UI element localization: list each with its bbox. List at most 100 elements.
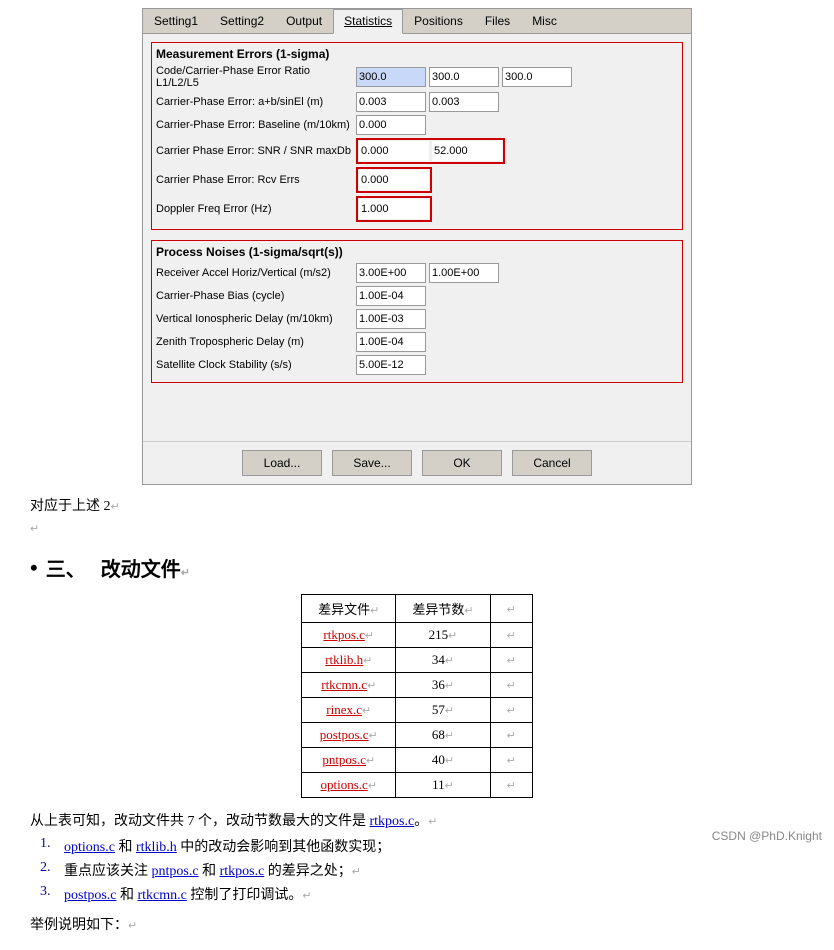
cell-count: 215↵	[396, 623, 490, 648]
cell-file: postpos.c↵	[302, 723, 396, 748]
list-item-1: 1. options.c 和 rtklib.h 中的改动会影响到其他函数实现；	[40, 836, 804, 856]
form-row-doppler: Doppler Freq Error (Hz)	[156, 196, 678, 222]
save-button[interactable]: Save...	[332, 450, 412, 476]
input-rcv-errs[interactable]	[359, 170, 429, 190]
table-row: rtkcmn.c↵ 36↵ ↵	[302, 673, 533, 698]
cell-count: 57↵	[396, 698, 490, 723]
tab-misc[interactable]: Misc	[521, 9, 568, 33]
section-heading: • 三、 改动文件↵	[30, 553, 804, 582]
file-link[interactable]: rtkpos.c	[323, 627, 365, 642]
dialog-content: Measurement Errors (1-sigma) Code/Carrie…	[143, 34, 691, 441]
list-text-3: postpos.c 和 rtkcmn.c 控制了打印调试。↵	[64, 884, 312, 904]
table-row: rinex.c↵ 57↵ ↵	[302, 698, 533, 723]
process-title: Process Noises (1-sigma/sqrt(s))	[156, 245, 678, 259]
list-text-1: options.c 和 rtklib.h 中的改动会影响到其他函数实现；	[64, 836, 390, 856]
list-item-3: 3. postpos.c 和 rtkcmn.c 控制了打印调试。↵	[40, 884, 804, 904]
link-rtkpos-c[interactable]: rtkpos.c	[220, 864, 265, 879]
link-pntpos-c[interactable]: pntpos.c	[152, 864, 199, 879]
cell-file: pntpos.c↵	[302, 748, 396, 773]
list-num-1: 1.	[40, 836, 60, 856]
form-row-rcv-errs: Carrier Phase Error: Rcv Errs	[156, 167, 678, 193]
heading-text: 三、 改动文件↵	[46, 553, 190, 582]
bullet-dot: •	[30, 555, 38, 581]
label-rcv-errs: Carrier Phase Error: Rcv Errs	[156, 174, 356, 186]
list-item-2: 2. 重点应该关注 pntpos.c 和 rtkpos.c 的差异之处；↵	[40, 860, 804, 880]
input-ratio-l2[interactable]	[429, 67, 499, 87]
form-row-code-carrier: Code/Carrier-Phase Error Ratio L1/L2/L5	[156, 65, 678, 89]
cell-count: 11↵	[396, 773, 490, 798]
input-carrier-b[interactable]	[429, 92, 499, 112]
list-num-3: 3.	[40, 884, 60, 904]
label-accel: Receiver Accel Horiz/Vertical (m/s2)	[156, 267, 356, 279]
cell-file: rtklib.h↵	[302, 648, 396, 673]
tab-bar: Setting1 Setting2 Output Statistics Posi…	[143, 9, 691, 34]
label-doppler: Doppler Freq Error (Hz)	[156, 203, 356, 215]
input-doppler[interactable]	[359, 199, 429, 219]
input-accel-vert[interactable]	[429, 263, 499, 283]
form-row-phase-bias: Carrier-Phase Bias (cycle)	[156, 286, 678, 306]
file-link[interactable]: rtkcmn.c	[321, 677, 367, 692]
process-section: Process Noises (1-sigma/sqrt(s)) Receive…	[151, 240, 683, 383]
cell-count: 36↵	[396, 673, 490, 698]
link-postpos-c[interactable]: postpos.c	[64, 888, 117, 903]
tab-output[interactable]: Output	[275, 9, 333, 33]
input-snr-max[interactable]	[432, 141, 502, 161]
ok-button[interactable]: OK	[422, 450, 502, 476]
file-link[interactable]: rinex.c	[326, 702, 362, 717]
tab-setting1[interactable]: Setting1	[143, 9, 209, 33]
label-phase-bias: Carrier-Phase Bias (cycle)	[156, 290, 356, 302]
numbered-list: 1. options.c 和 rtklib.h 中的改动会影响到其他函数实现； …	[30, 836, 804, 904]
input-ratio-l1[interactable]	[356, 67, 426, 87]
label-tropo: Zenith Tropospheric Delay (m)	[156, 336, 356, 348]
diff-table: 差异文件↵ 差异节数↵ ↵ rtkpos.c↵ 215↵ ↵ rtklib.h↵…	[301, 594, 533, 798]
input-ratio-l5[interactable]	[502, 67, 572, 87]
tab-positions[interactable]: Positions	[403, 9, 474, 33]
input-baseline[interactable]	[356, 115, 426, 135]
form-row-baseline: Carrier-Phase Error: Baseline (m/10km)	[156, 115, 678, 135]
file-link[interactable]: options.c	[321, 777, 368, 792]
table-row: postpos.c↵ 68↵ ↵	[302, 723, 533, 748]
file-link[interactable]: rtklib.h	[325, 652, 363, 667]
load-button[interactable]: Load...	[242, 450, 322, 476]
cell-count: 68↵	[396, 723, 490, 748]
link-rtkcmn-c[interactable]: rtkcmn.c	[138, 888, 187, 903]
label-sat-clock: Satellite Clock Stability (s/s)	[156, 359, 356, 371]
input-carrier-a[interactable]	[356, 92, 426, 112]
file-link[interactable]: postpos.c	[320, 727, 369, 742]
form-row-tropo: Zenith Tropospheric Delay (m)	[156, 332, 678, 352]
cell-file: rtkcmn.c↵	[302, 673, 396, 698]
watermark: CSDN @PhD.Knight	[712, 829, 822, 843]
table-row: pntpos.c↵ 40↵ ↵	[302, 748, 533, 773]
link-rtklib-h[interactable]: rtklib.h	[136, 840, 177, 855]
document-area: 对应于上述 2↵ ↵ • 三、 改动文件↵ 差异文件↵ 差异节数↵ ↵ rtkp…	[0, 485, 834, 950]
para2-end: ↵	[30, 521, 804, 537]
dialog-footer: Load... Save... OK Cancel	[143, 441, 691, 484]
form-row-snr: Carrier Phase Error: SNR / SNR maxDb	[156, 138, 678, 164]
input-tropo[interactable]	[356, 332, 426, 352]
input-accel-horiz[interactable]	[356, 263, 426, 283]
tab-setting2[interactable]: Setting2	[209, 9, 275, 33]
cell-file: rtkpos.c↵	[302, 623, 396, 648]
col-count: 差异节数↵	[396, 595, 490, 623]
measurement-section: Measurement Errors (1-sigma) Code/Carrie…	[151, 42, 683, 230]
measurement-title: Measurement Errors (1-sigma)	[156, 47, 678, 61]
input-sat-clock[interactable]	[356, 355, 426, 375]
tab-statistics[interactable]: Statistics	[333, 9, 403, 34]
input-phase-bias[interactable]	[356, 286, 426, 306]
form-row-carrier-ab: Carrier-Phase Error: a+b/sinEl (m)	[156, 92, 678, 112]
cancel-button[interactable]: Cancel	[512, 450, 592, 476]
label-snr: Carrier Phase Error: SNR / SNR maxDb	[156, 145, 356, 157]
cell-file: rinex.c↵	[302, 698, 396, 723]
link-options-c[interactable]: options.c	[64, 840, 115, 855]
dialog-container: Setting1 Setting2 Output Statistics Posi…	[142, 8, 692, 485]
cell-file: options.c↵	[302, 773, 396, 798]
tab-files[interactable]: Files	[474, 9, 521, 33]
label-iono: Vertical Ionospheric Delay (m/10km)	[156, 313, 356, 325]
input-iono[interactable]	[356, 309, 426, 329]
summary-link[interactable]: rtkpos.c	[370, 814, 415, 829]
file-link[interactable]: pntpos.c	[322, 752, 366, 767]
col-file: 差异文件↵	[302, 595, 396, 623]
input-snr[interactable]	[359, 141, 429, 161]
table-row: options.c↵ 11↵ ↵	[302, 773, 533, 798]
para1: 对应于上述 2↵	[30, 495, 804, 515]
